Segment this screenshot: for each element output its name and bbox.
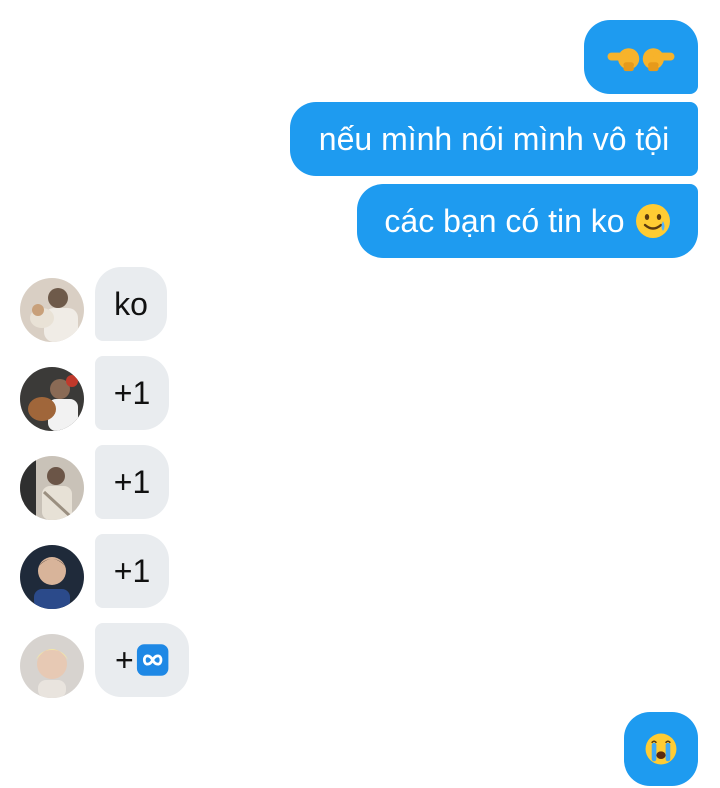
friend-avatar-3[interactable] [20, 456, 84, 520]
message-text: các bạn có tin ko [384, 203, 625, 239]
friend-avatar-2[interactable] [20, 367, 84, 431]
smiling-face-with-tear-icon [635, 204, 670, 238]
infinity-icon [136, 644, 169, 676]
message-text: +1 [113, 375, 151, 411]
message-text: ko [114, 286, 148, 322]
incoming-message[interactable]: ko [95, 267, 167, 341]
incoming-message[interactable]: +1 [95, 356, 169, 430]
incoming-message[interactable]: + [95, 623, 189, 697]
friend-avatar-4[interactable] [20, 545, 84, 609]
backhand-index-pointing-icon [607, 48, 675, 72]
outgoing-message-crying[interactable] [624, 712, 698, 786]
outgoing-message-pointing[interactable] [584, 20, 698, 94]
outgoing-message[interactable]: nếu mình nói mình vô tội [290, 102, 698, 176]
friend-avatar-5[interactable] [20, 634, 84, 698]
outgoing-message[interactable]: các bạn có tin ko [357, 184, 698, 258]
loudly-crying-face-icon [645, 733, 677, 765]
message-text: +1 [113, 464, 151, 500]
incoming-message[interactable]: +1 [95, 445, 169, 519]
message-text: + [115, 642, 134, 678]
incoming-message[interactable]: +1 [95, 534, 169, 608]
friend-avatar-1[interactable] [20, 278, 84, 342]
message-text: nếu mình nói mình vô tội [318, 121, 670, 157]
message-text: +1 [113, 553, 151, 589]
